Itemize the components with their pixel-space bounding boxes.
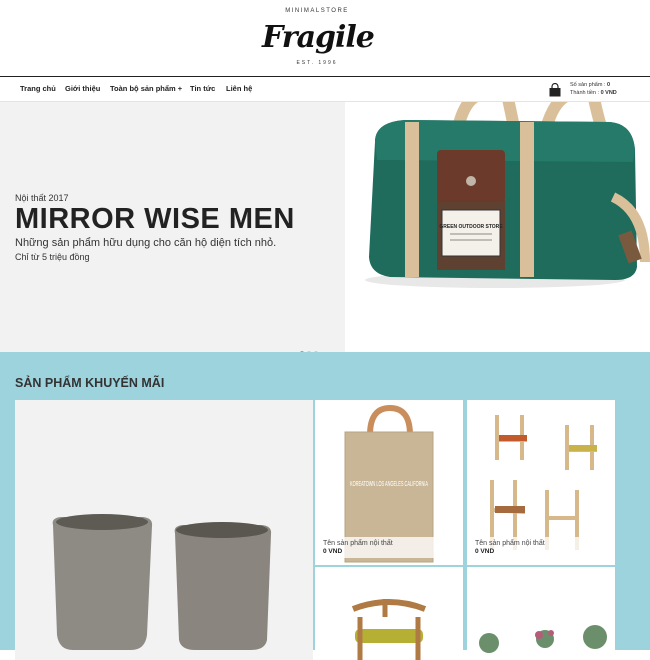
product-card-4[interactable] — [467, 567, 615, 660]
product-name-1: Tên sản phẩm nội thất — [323, 540, 393, 547]
product-grid: KOREATOWN LOS ANGELES CALIFORNIA Tên sản… — [15, 400, 615, 660]
shopping-bag-icon — [549, 83, 561, 97]
logo-est: EST. 1996 — [296, 60, 338, 66]
duffel-bag-image: GREEN OUTDOOR STORE — [365, 102, 650, 288]
wooden-chair-image — [351, 599, 427, 660]
nav-item-contact[interactable]: Liên hệ — [226, 84, 252, 93]
hero-subtitle: Những sản phẩm hữu dụng cho căn hộ diện … — [15, 237, 277, 249]
main-nav: Trang chủ Giới thiệu Toàn bộ sản phẩm + … — [0, 76, 650, 102]
ceramic-cups-image — [52, 514, 272, 650]
nav-item-news[interactable]: Tin tức — [190, 84, 215, 93]
site-header: MINIMALSTORE Fragile EST. 1996 — [0, 0, 650, 76]
hero-title: MIRROR WISE MEN — [15, 203, 295, 235]
promo-title: SẢN PHẨM KHUYẾN MÃI — [15, 376, 165, 390]
product-card-3[interactable] — [315, 567, 463, 660]
cart-count: Số sản phẩm : 0 — [570, 82, 611, 88]
slider-dots — [300, 342, 321, 352]
product-name-2: Tên sản phẩm nội thất — [475, 540, 545, 547]
tote-bag-text: KOREATOWN LOS ANGELES CALIFORNIA — [350, 479, 428, 488]
nav-item-products[interactable]: Toàn bộ sản phẩm + — [110, 84, 182, 93]
logo-tagline: MINIMALSTORE — [285, 8, 349, 14]
hero-image-panel: GREEN OUTDOOR STORE — [345, 102, 650, 352]
product-card-2[interactable]: Tên sản phẩm nội thất 0 VND — [467, 400, 615, 565]
cart-summary[interactable]: Số sản phẩm : 0 Thành tiền : 0 VND — [548, 81, 648, 99]
hero-slider[interactable]: GREEN OUTDOOR STORE Nội thất 2017 MIRROR… — [0, 102, 650, 352]
product-price-1: 0 VND — [323, 548, 343, 555]
product-card-1[interactable]: KOREATOWN LOS ANGELES CALIFORNIA Tên sản… — [315, 400, 463, 565]
hero-price-note: Chỉ từ 5 triệu đồng — [15, 252, 90, 262]
site-logo[interactable]: MINIMALSTORE Fragile EST. 1996 — [262, 8, 375, 70]
featured-product-cups[interactable] — [15, 400, 313, 660]
nav-item-about[interactable]: Giới thiệu — [65, 84, 100, 93]
bag-label-text: GREEN OUTDOOR STORE — [439, 224, 503, 230]
succulents-image — [479, 625, 607, 653]
product-label-2: Tên sản phẩm nội thất 0 VND — [467, 537, 615, 558]
product-label-1: Tên sản phẩm nội thất 0 VND — [315, 537, 463, 558]
product-price-2: 0 VND — [475, 548, 495, 555]
hero-eyebrow: Nội thất 2017 — [15, 193, 69, 203]
logo-wordmark: Fragile — [262, 20, 375, 55]
nav-item-home[interactable]: Trang chủ — [20, 84, 56, 93]
promo-section: SẢN PHẨM KHUYẾN MÃI KOREATOWN LOS ANGELE… — [0, 352, 650, 660]
cart-total: Thành tiền : 0 VND — [570, 90, 617, 96]
